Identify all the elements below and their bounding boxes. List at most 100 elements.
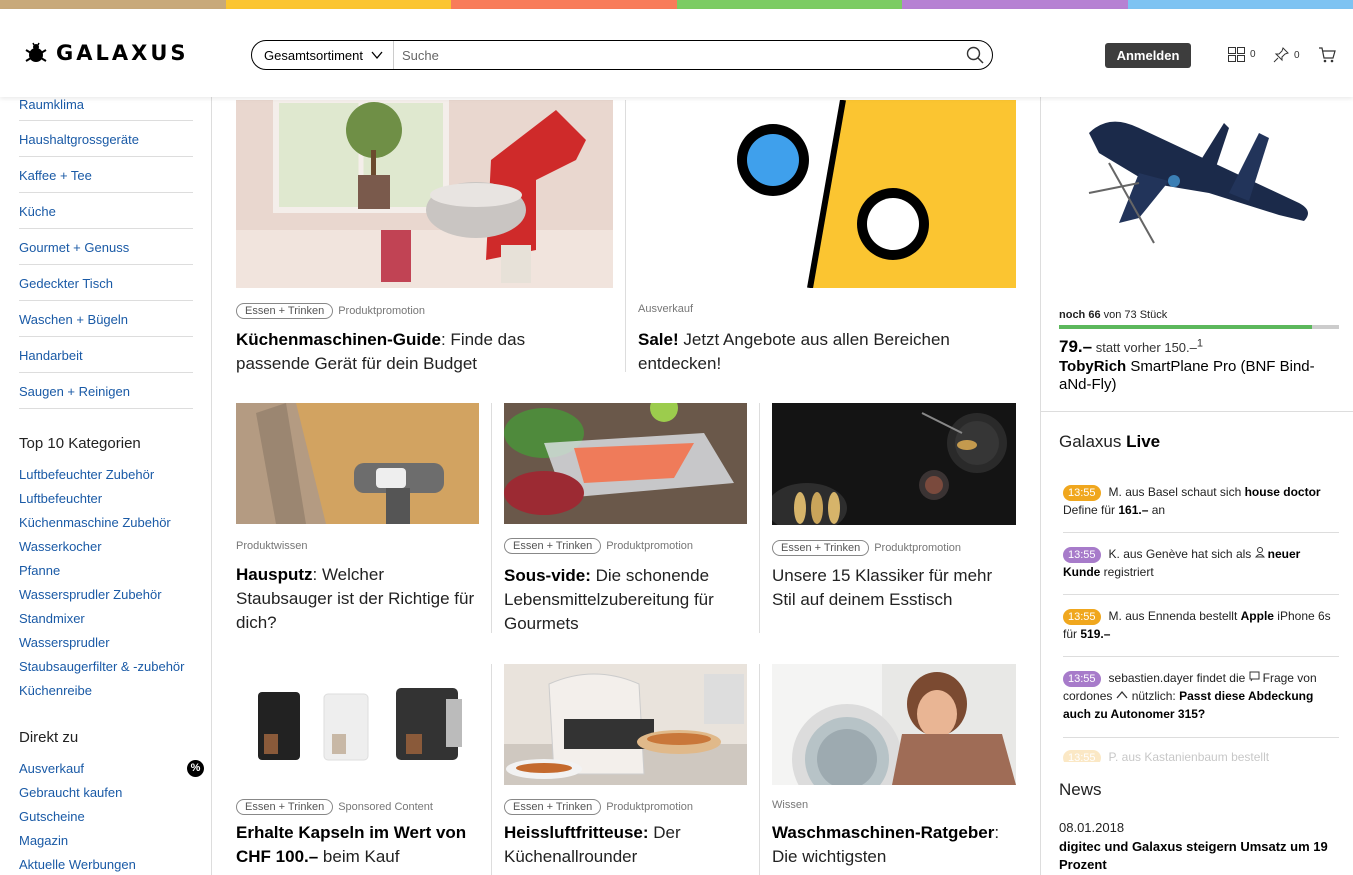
article-card[interactable]: Ausverkauf Sale! Jetzt Angebote aus alle… [638, 100, 1016, 380]
category-tag[interactable]: Essen + Trinken [504, 799, 602, 815]
category-item[interactable]: Raumklima [19, 97, 193, 121]
news-heading: News [1059, 780, 1102, 799]
category-tag[interactable]: Essen + Trinken [236, 303, 334, 319]
live-bold: Apple [1240, 609, 1274, 623]
top10-item[interactable]: Pfanne [19, 558, 204, 582]
category-item[interactable]: Waschen + Bügeln [19, 301, 193, 337]
live-feed-item[interactable]: 13:55 K. aus Genève hat sich als neuer Ku… [1063, 545, 1339, 581]
direct-label: Magazin [19, 832, 69, 848]
article-card[interactable]: Essen + Trinken Sponsored Content Erhalt… [236, 664, 479, 875]
article-card[interactable]: Essen + Trinken Produktpromotion Küchenm… [236, 100, 613, 380]
question-icon [1249, 671, 1260, 682]
category-tag[interactable]: Essen + Trinken [504, 538, 602, 554]
article-type: Produktwissen [236, 540, 308, 552]
strip-segment [676, 0, 902, 9]
category-item[interactable]: Gedeckter Tisch [19, 265, 193, 301]
live-feed-item[interactable]: 13:55 sebastien.dayer findet die Frage vo… [1063, 669, 1339, 723]
user-icon [1254, 547, 1265, 558]
watchlist-button[interactable]: 0 [1273, 47, 1300, 63]
search-button[interactable] [958, 41, 992, 69]
strip-segment [0, 0, 226, 9]
live-text: sebastien.dayer findet die [1108, 671, 1249, 685]
live-feed-item[interactable]: 13:55 M. aus Basel schaut sich house doct… [1063, 483, 1339, 519]
live-feed-item[interactable]: 13:55 P. aus Kastanienbaum bestellt [1063, 748, 1339, 762]
direct-item[interactable]: Gutscheine [19, 804, 204, 828]
top10-item[interactable]: Standmixer [19, 606, 204, 630]
direct-label: Ausverkauf [19, 760, 85, 776]
category-item[interactable]: Gourmet + Genuss [19, 229, 193, 265]
category-tag[interactable]: Essen + Trinken [236, 799, 334, 815]
strip-segment [1127, 0, 1353, 9]
top10-item[interactable]: Küchenmaschine Zubehör [19, 510, 204, 534]
brand-color-strip [0, 0, 1353, 9]
galaxus-logo[interactable]: GALAXUS [24, 41, 189, 65]
deal-product-name[interactable]: TobyRich SmartPlane Pro (BNF Bind-aNd-Fl… [1059, 358, 1339, 394]
search-category-label: Gesamtsortiment [264, 47, 363, 63]
top10-item[interactable]: Luftbefeuchter [19, 486, 204, 510]
category-item[interactable]: Haushaltgrossgeräte [19, 121, 193, 157]
live-time: 13:55 [1063, 671, 1101, 687]
category-item[interactable]: Kaffee + Tee [19, 157, 193, 193]
kitchen-machine-image [236, 100, 613, 288]
live-text: P. aus Kastanienbaum bestellt [1108, 750, 1270, 762]
compare-icon [1228, 47, 1245, 62]
top10-item[interactable]: Staubsaugerfilter & -zubehör [19, 654, 204, 678]
search-category-select[interactable]: Gesamtsortiment [252, 41, 394, 69]
article-title: Unsere 15 Klassiker für mehr Stil auf de… [772, 564, 1016, 612]
article-card[interactable]: Essen + Trinken Produktpromotion Heisslu… [504, 664, 747, 875]
category-list: Raumklima Haushaltgrossgeräte Kaffee + T… [19, 97, 193, 409]
article-card[interactable]: Essen + Trinken Produktpromotion Unsere … [772, 403, 1016, 643]
direct-list: Ausverkauf % Gebraucht kaufen Gutscheine… [19, 756, 204, 875]
card-tags: Produktwissen [236, 540, 308, 552]
top10-label: Küchenreibe [19, 682, 92, 698]
galaxus-bug-icon [25, 42, 47, 62]
search-input[interactable] [393, 47, 958, 63]
sale-percent-icon: % [187, 759, 204, 777]
live-separator [1063, 594, 1339, 595]
title-rest: Unsere 15 Klassiker für mehr Stil auf de… [772, 566, 993, 609]
search-bar: Gesamtsortiment [251, 40, 993, 70]
card-tags: Essen + Trinken Produktpromotion [504, 538, 693, 554]
live-time: 13:55 [1063, 750, 1101, 762]
top10-item[interactable]: Küchenreibe [19, 678, 204, 702]
direct-item[interactable]: Aktuelle Werbungen [19, 852, 204, 875]
article-title: Erhalte Kapseln im Wert von CHF 100.– be… [236, 821, 479, 869]
cart-button[interactable] [1318, 47, 1336, 63]
live-rest: Define für [1063, 503, 1119, 517]
article-type: Wissen [772, 799, 809, 811]
coffee-machines-image [236, 664, 479, 785]
live-feed-item[interactable]: 13:55 M. aus Ennenda bestellt Apple iPhon… [1063, 607, 1339, 643]
card-tags: Wissen [772, 799, 808, 811]
top10-item[interactable]: Wassersprudler Zubehör [19, 582, 204, 606]
article-card[interactable]: Wissen Waschmaschinen-Ratgeber: Die wich… [772, 664, 1016, 875]
article-card[interactable]: Produktwissen Hausputz: Welcher Staubsau… [236, 403, 479, 643]
air-fryer-image [504, 664, 747, 785]
live-text: M. aus Ennenda bestellt [1108, 609, 1241, 623]
category-item[interactable]: Handarbeit [19, 337, 193, 373]
direct-item[interactable]: Gebraucht kaufen [19, 780, 204, 804]
logo-text: GALAXUS [56, 41, 189, 65]
live-heading-plain: Galaxus [1059, 432, 1127, 451]
top10-label: Wassersprudler [19, 634, 110, 650]
article-title: Heissluftfritteuse: Der Küchenallrounder [504, 821, 747, 869]
top10-item[interactable]: Wasserkocher [19, 534, 204, 558]
article-type: Ausverkauf [638, 303, 694, 315]
category-item[interactable]: Saugen + Reinigen [19, 373, 193, 409]
top10-item[interactable]: Luftbefeuchter Zubehör [19, 462, 204, 486]
deal-product-image[interactable] [1079, 103, 1319, 263]
live-bold2: 519.– [1080, 627, 1111, 641]
top10-label: Wasserkocher [19, 538, 102, 554]
article-title: Hausputz: Welcher Staubsauger ist der Ri… [236, 563, 479, 635]
top10-list: Luftbefeuchter Zubehör Luftbefeuchter Kü… [19, 462, 204, 702]
category-item[interactable]: Küche [19, 193, 193, 229]
category-tag[interactable]: Essen + Trinken [772, 540, 870, 556]
live-time: 13:55 [1063, 485, 1101, 501]
article-card[interactable]: Essen + Trinken Produktpromotion Sous-vi… [504, 403, 747, 643]
direct-item-ausverkauf[interactable]: Ausverkauf % [19, 756, 204, 780]
news-title[interactable]: digitec und Galaxus steigern Umsatz um 1… [1059, 838, 1344, 874]
compare-button[interactable]: 0 [1228, 47, 1256, 62]
direct-item[interactable]: Magazin [19, 828, 204, 852]
stock-remaining: noch 66 [1059, 309, 1101, 321]
top10-item[interactable]: Wassersprudler [19, 630, 204, 654]
login-button[interactable]: Anmelden [1105, 43, 1191, 68]
